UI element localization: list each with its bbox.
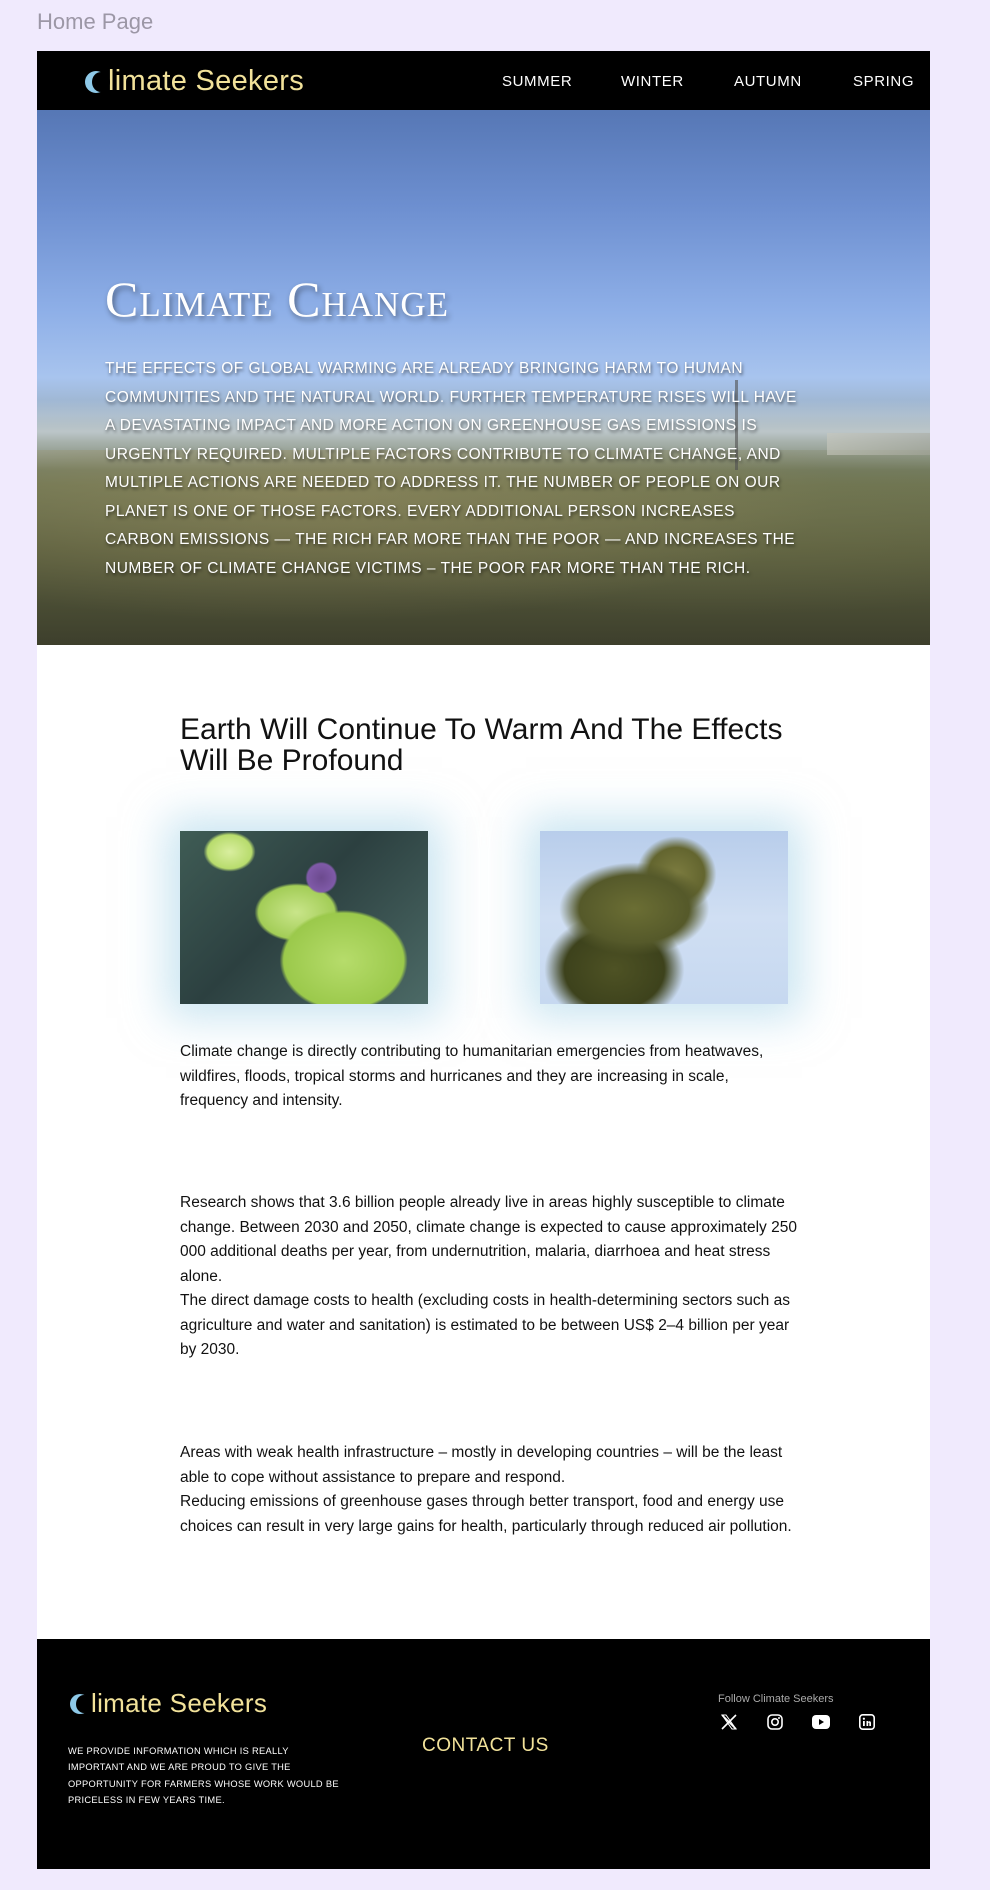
flower-photo (180, 831, 428, 1004)
nav-winter[interactable]: WINTER (621, 73, 684, 90)
x-twitter-icon[interactable] (718, 1711, 740, 1733)
footer-logo[interactable]: limate Seekers (70, 1681, 267, 1725)
hero-banner: Climate Change The effects of global war… (37, 110, 930, 645)
site-footer: limate Seekers We provide information wh… (37, 1639, 930, 1869)
paragraph-infrastructure: Areas with weak health infrastructure – … (180, 1444, 783, 1486)
nav-autumn[interactable]: AUTUMN (734, 73, 802, 90)
linkedin-icon[interactable] (856, 1711, 878, 1733)
paragraph-costs: The direct damage costs to health (exclu… (180, 1292, 790, 1358)
nav-spring[interactable]: SPRING (853, 73, 914, 90)
paragraph-research: Research shows that 3.6 billion people a… (180, 1194, 797, 1285)
youtube-icon[interactable] (810, 1711, 832, 1733)
nav-summer[interactable]: SUMMER (502, 73, 572, 90)
moon-logo-icon (70, 1694, 92, 1714)
instagram-icon[interactable] (764, 1711, 786, 1733)
paragraph-emergencies: Climate change is directly contributing … (180, 1043, 764, 1109)
main-nav: SUMMER WINTER AUTUMN SPRING (37, 51, 930, 110)
top-nav-bar: limate Seekers SUMMER WINTER AUTUMN SPRI… (37, 51, 930, 110)
page-frame: limate Seekers SUMMER WINTER AUTUMN SPRI… (37, 51, 930, 1869)
paragraph-emissions: Reducing emissions of greenhouse gases t… (180, 1493, 792, 1535)
page-label: Home Page (37, 9, 154, 34)
hero-text: The effects of global warming are alread… (105, 360, 797, 577)
follow-label: Follow Climate Seekers (718, 1693, 834, 1705)
contact-us-link[interactable]: CONTACT US (422, 1735, 549, 1757)
hero-buildings (827, 433, 930, 455)
section-heading: Earth Will Continue To Warm And The Effe… (180, 713, 783, 777)
footer-about-text: We provide information which is really i… (68, 1746, 339, 1805)
footer-logo-text: limate Seekers (91, 1687, 268, 1718)
tree-photo (540, 831, 788, 1004)
hero-title: Climate Change (105, 271, 449, 327)
